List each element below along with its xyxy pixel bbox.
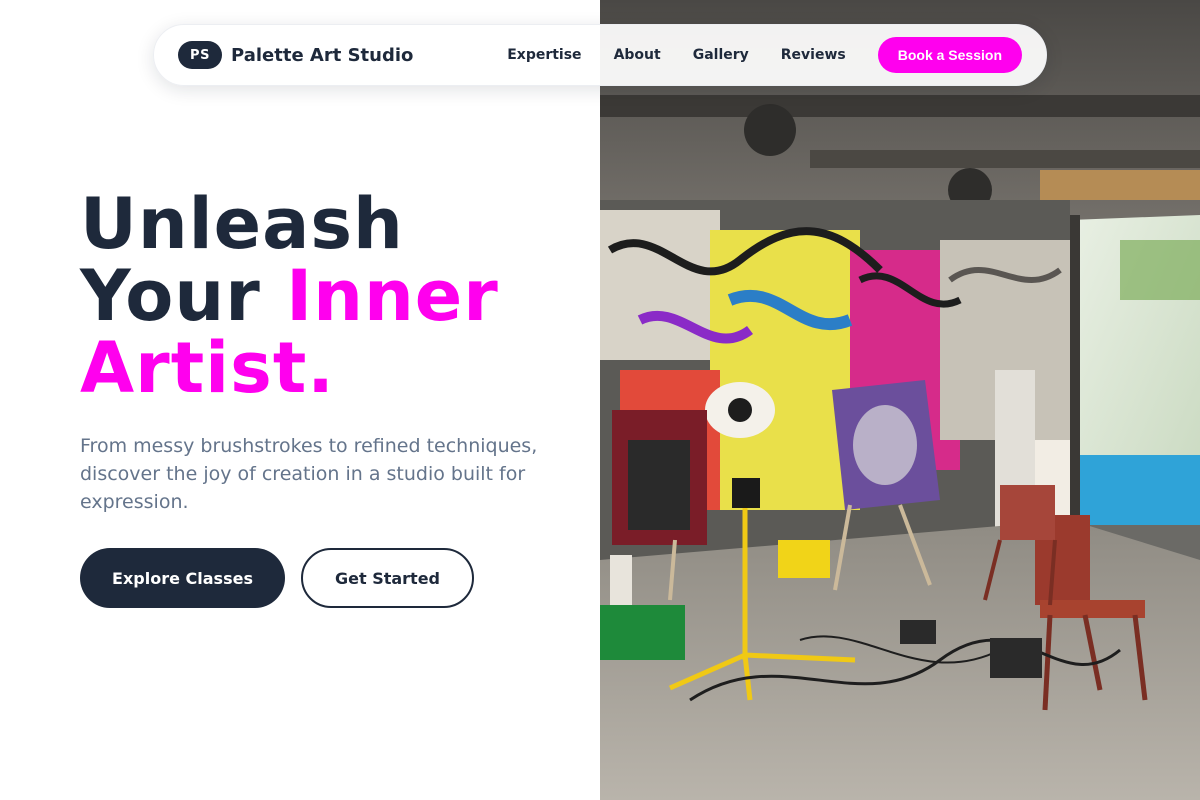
hero-title-line1: Unleash [80, 183, 404, 265]
brand[interactable]: PS Palette Art Studio [178, 41, 413, 69]
book-session-button[interactable]: Book a Session [877, 37, 1022, 73]
hero-studio-photo [600, 0, 1200, 800]
nav-link-gallery[interactable]: Gallery [693, 47, 749, 63]
hero-title-accent-artist: Artist. [80, 327, 335, 409]
logo-badge[interactable]: PS [178, 41, 222, 69]
nav-link-about[interactable]: About [614, 47, 661, 63]
hero-title: Unleash Your Inner Artist. [80, 188, 580, 404]
nav-links: Expertise About Gallery Reviews Book a S… [507, 37, 1022, 73]
get-started-button[interactable]: Get Started [301, 548, 474, 608]
nav-link-expertise[interactable]: Expertise [507, 47, 581, 63]
hero-description: From messy brushstrokes to refined techn… [80, 435, 538, 513]
brand-name[interactable]: Palette Art Studio [231, 45, 413, 66]
top-navbar: PS Palette Art Studio Expertise About Ga… [153, 24, 1047, 86]
nav-link-reviews[interactable]: Reviews [781, 47, 846, 63]
explore-classes-button[interactable]: Explore Classes [80, 548, 285, 608]
hero-title-line2: Your [80, 255, 287, 337]
hero-title-accent-inner: Inner [286, 255, 499, 337]
